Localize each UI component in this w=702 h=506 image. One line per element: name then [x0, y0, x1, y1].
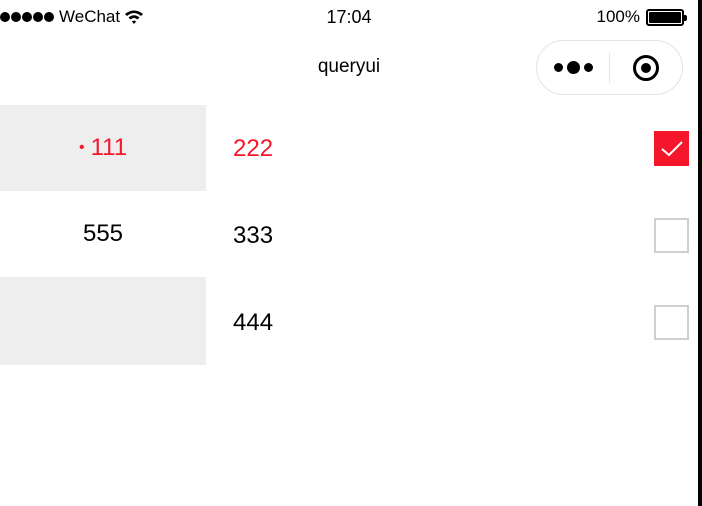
option-row-444[interactable]: 444 [206, 279, 698, 366]
battery-icon [646, 8, 687, 26]
checkbox-checked[interactable] [654, 131, 689, 166]
option-label: 333 [233, 221, 274, 249]
category-item-111[interactable]: • 111 [0, 105, 206, 191]
category-item-empty[interactable] [0, 277, 206, 365]
status-left: WeChat [0, 7, 144, 27]
battery-fill [649, 11, 681, 23]
checkmark-icon [660, 140, 683, 156]
option-row-222[interactable]: 222 [206, 105, 698, 192]
wifi-icon [124, 9, 144, 25]
option-list: 222 333 444 [206, 105, 698, 366]
menu-capsule [536, 40, 683, 95]
signal-icon [0, 12, 54, 22]
category-sidebar: • 111 555 [0, 105, 206, 365]
active-dot-icon: • [78, 139, 85, 156]
option-row-333[interactable]: 333 [206, 192, 698, 279]
checkbox-unchecked[interactable] [654, 305, 689, 340]
category-label: 111 [90, 134, 128, 161]
nav-bar: queryui [0, 34, 698, 104]
app-frame: WeChat 100% 17:04 queryui • 111 555 222 … [0, 0, 702, 506]
more-dots-icon[interactable] [537, 41, 609, 94]
category-item-555[interactable]: 555 [0, 191, 206, 277]
status-right: 100% [596, 7, 687, 27]
category-label: 555 [82, 220, 124, 247]
option-label: 444 [233, 308, 274, 336]
carrier-label: WeChat [59, 7, 121, 26]
battery-percent: 100% [596, 7, 640, 26]
option-label: 222 [233, 134, 274, 162]
checkbox-unchecked[interactable] [654, 218, 689, 253]
close-circle-icon[interactable] [610, 41, 682, 94]
status-bar: WeChat 100% [0, 0, 698, 34]
